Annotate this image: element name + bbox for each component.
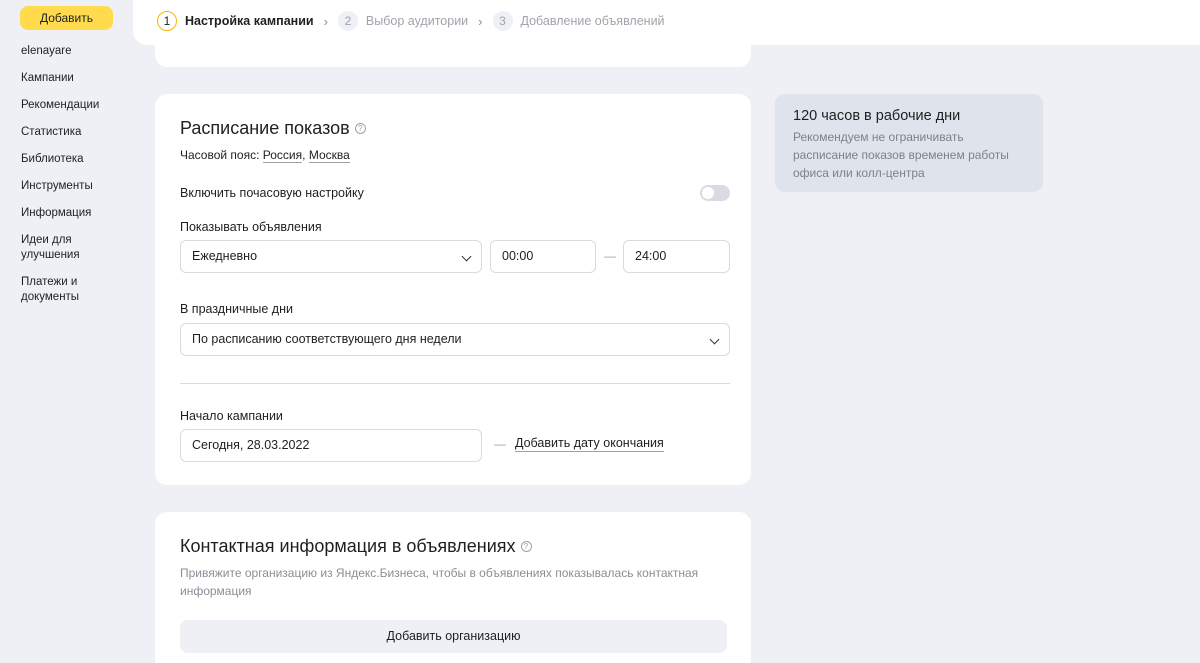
sidebar-item-statistics[interactable]: Статистика — [21, 125, 121, 140]
add-button[interactable]: Добавить — [20, 6, 113, 30]
hourly-setting-row: Включить почасовую настройку — [180, 185, 730, 201]
contact-description: Привяжите организацию из Яндекс.Бизнеса,… — [180, 566, 699, 598]
stepper: 1 Настройка кампании › 2 Выбор аудитории… — [157, 10, 665, 32]
schedule-title-row: Расписание показов ? — [180, 118, 366, 139]
stepper-bar: 1 Настройка кампании › 2 Выбор аудитории… — [133, 0, 1200, 45]
holidays-label: В праздничные дни — [180, 302, 293, 316]
sidebar-nav: elenayare Кампании Рекомендации Статисти… — [21, 44, 121, 317]
chevron-down-icon — [709, 334, 720, 345]
sidebar-item-recommendations[interactable]: Рекомендации — [21, 98, 121, 113]
sidebar-item-campaigns[interactable]: Кампании — [21, 71, 121, 86]
help-icon[interactable]: ? — [520, 541, 532, 552]
sidebar-item-library[interactable]: Библиотека — [21, 152, 121, 167]
add-end-date-link[interactable]: Добавить дату окончания — [515, 436, 664, 452]
time-to-value: 24:00 — [635, 249, 667, 263]
time-from-input[interactable]: 00:00 — [490, 240, 596, 273]
sidebar-item-account[interactable]: elenayare — [21, 44, 121, 59]
previous-card — [155, 45, 751, 67]
step-label: Добавление объявлений — [520, 14, 665, 28]
timezone-city-link[interactable]: Москва — [308, 148, 350, 163]
step-campaign-settings[interactable]: 1 Настройка кампании — [157, 11, 314, 31]
start-label: Начало кампании — [180, 409, 283, 423]
hourly-toggle[interactable] — [700, 185, 730, 201]
step-audience[interactable]: 2 Выбор аудитории — [337, 11, 469, 31]
step-number: 2 — [337, 11, 358, 31]
contact-card: Контактная информация в объявлениях ? Пр… — [155, 512, 751, 663]
tip-text: Рекомендуем не ограничивать расписание п… — [793, 130, 1009, 180]
add-organization-button[interactable]: Добавить организацию — [180, 620, 727, 653]
show-ads-label: Показывать объявления — [180, 220, 322, 234]
start-date-input[interactable]: Сегодня, 28.03.2022 — [180, 429, 482, 462]
start-date-value: Сегодня, 28.03.2022 — [192, 438, 310, 452]
step-number: 1 — [157, 11, 177, 31]
time-to-input[interactable]: 24:00 — [623, 240, 730, 273]
sidebar-item-payments[interactable]: Платежи и документы — [21, 275, 121, 305]
sidebar: Добавить elenayare Кампании Рекомендации… — [0, 0, 133, 663]
holidays-select-value: По расписанию соответствующего дня недел… — [192, 332, 462, 346]
step-ads[interactable]: 3 Добавление объявлений — [492, 11, 665, 31]
step-number: 3 — [492, 11, 513, 31]
sidebar-item-tools[interactable]: Инструменты — [21, 179, 121, 194]
contact-title: Контактная информация в объявлениях — [180, 536, 516, 556]
step-label: Настройка кампании — [185, 14, 314, 28]
schedule-tip: 120 часов в рабочие дни Рекомендуем не о… — [775, 94, 1043, 192]
end-dash: — — [494, 437, 506, 451]
page: Добавить elenayare Кампании Рекомендации… — [0, 0, 1200, 663]
time-from-value: 00:00 — [502, 249, 534, 263]
time-dash: — — [604, 249, 616, 263]
tip-title: 120 часов в рабочие дни — [793, 108, 961, 124]
days-select[interactable]: Ежедневно — [180, 240, 482, 273]
timezone: Часовой пояс: Россия, Москва — [180, 148, 350, 163]
timezone-country-link[interactable]: Россия — [262, 148, 303, 163]
step-label: Выбор аудитории — [365, 14, 469, 28]
chevron-down-icon — [461, 251, 472, 262]
holidays-select[interactable]: По расписанию соответствующего дня недел… — [180, 323, 730, 356]
divider — [180, 383, 730, 384]
contact-title-row: Контактная информация в объявлениях ? — [180, 536, 532, 557]
chevron-right-icon: › — [323, 13, 328, 29]
hourly-toggle-label: Включить почасовую настройку — [180, 186, 364, 200]
schedule-title: Расписание показов — [180, 118, 350, 138]
sidebar-item-information[interactable]: Информация — [21, 206, 121, 221]
days-select-value: Ежедневно — [192, 249, 258, 263]
chevron-right-icon: › — [478, 13, 483, 29]
sidebar-item-ideas[interactable]: Идеи для улучшения — [21, 233, 121, 263]
schedule-card: Расписание показов ? Часовой пояс: Росси… — [155, 94, 751, 485]
help-icon[interactable]: ? — [354, 123, 366, 134]
timezone-label: Часовой пояс: — [180, 148, 260, 162]
